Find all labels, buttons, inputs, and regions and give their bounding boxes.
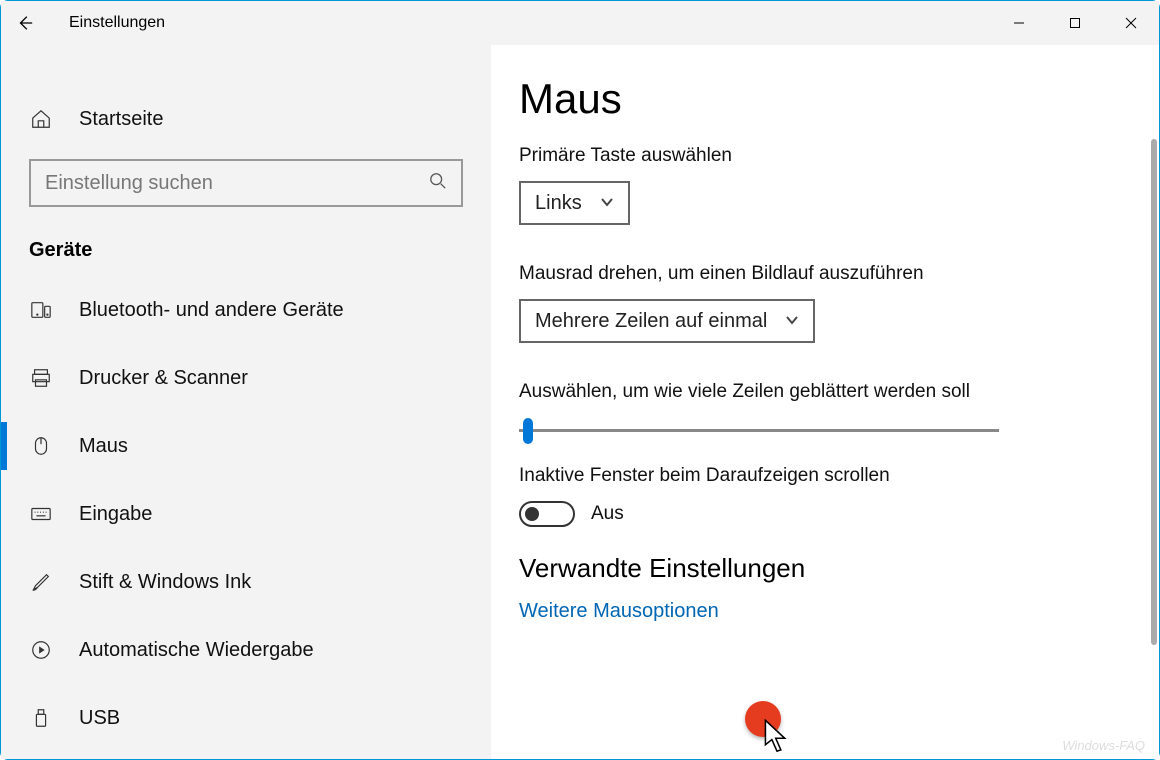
primary-button-label: Primäre Taste auswählen [519, 145, 1119, 167]
devices-icon [29, 298, 53, 322]
sidebar-item-autoplay[interactable]: Automatische Wiedergabe [1, 616, 491, 684]
close-button[interactable] [1103, 1, 1159, 45]
sidebar-item-mouse[interactable]: Maus [1, 412, 491, 480]
related-settings-heading: Verwandte Einstellungen [519, 553, 1119, 584]
mouse-icon [29, 434, 53, 458]
maximize-button[interactable] [1047, 1, 1103, 45]
scrollbar[interactable] [1151, 139, 1157, 645]
toggle-knob [525, 507, 539, 521]
sidebar-item-label: Automatische Wiedergabe [79, 639, 314, 662]
slider-track [519, 429, 999, 432]
sidebar-item-label: Bluetooth- und andere Geräte [79, 299, 344, 322]
back-button[interactable] [1, 1, 49, 45]
chevron-down-icon [600, 192, 614, 215]
search-icon [429, 172, 447, 195]
close-icon [1125, 17, 1137, 29]
wheel-scroll-label: Mausrad drehen, um einen Bildlauf auszuf… [519, 263, 1119, 285]
sidebar-item-printers[interactable]: Drucker & Scanner [1, 344, 491, 412]
sidebar-item-usb[interactable]: USB [1, 684, 491, 752]
titlebar: Einstellungen [1, 1, 1159, 45]
window-title: Einstellungen [69, 14, 165, 32]
inactive-scroll-label: Inaktive Fenster beim Daraufzeigen scrol… [519, 465, 1119, 487]
search-box[interactable] [29, 159, 463, 207]
page-title: Maus [519, 75, 1119, 123]
lines-label: Auswählen, um wie viele Zeilen geblätter… [519, 381, 1119, 403]
watermark: Windows-FAQ [1062, 738, 1145, 753]
home-icon [29, 107, 53, 131]
keyboard-icon [29, 502, 53, 526]
chevron-down-icon [785, 310, 799, 333]
minimize-button[interactable] [991, 1, 1047, 45]
usb-icon [29, 706, 53, 730]
printer-icon [29, 366, 53, 390]
slider-thumb[interactable] [523, 418, 533, 444]
sidebar-item-label: USB [79, 707, 120, 730]
more-mouse-options-link[interactable]: Weitere Mausoptionen [519, 600, 1119, 623]
inactive-scroll-toggle[interactable] [519, 501, 575, 527]
sidebar-item-pen[interactable]: Stift & Windows Ink [1, 548, 491, 616]
sidebar-section-title: Geräte [1, 229, 491, 276]
wheel-scroll-dropdown[interactable]: Mehrere Zeilen auf einmal [519, 299, 815, 343]
sidebar-item-bluetooth[interactable]: Bluetooth- und andere Geräte [1, 276, 491, 344]
dropdown-value: Mehrere Zeilen auf einmal [535, 310, 767, 333]
dropdown-value: Links [535, 192, 582, 215]
sidebar-item-label: Drucker & Scanner [79, 367, 248, 390]
search-input[interactable] [45, 172, 429, 195]
pen-icon [29, 570, 53, 594]
inactive-scroll-state: Aus [591, 503, 624, 525]
sidebar-home-label: Startseite [79, 108, 163, 131]
minimize-icon [1013, 17, 1025, 29]
maximize-icon [1069, 17, 1081, 29]
main-content: Maus Primäre Taste auswählen Links Mausr… [491, 45, 1159, 759]
sidebar-item-typing[interactable]: Eingabe [1, 480, 491, 548]
primary-button-dropdown[interactable]: Links [519, 181, 630, 225]
sidebar-home[interactable]: Startseite [1, 85, 491, 153]
sidebar-item-label: Eingabe [79, 503, 152, 526]
sidebar: Startseite Geräte Bluetooth- und andere … [1, 45, 491, 759]
sidebar-item-label: Maus [79, 435, 128, 458]
back-arrow-icon [16, 14, 34, 32]
sidebar-item-label: Stift & Windows Ink [79, 571, 251, 594]
autoplay-icon [29, 638, 53, 662]
lines-slider[interactable] [519, 417, 999, 445]
